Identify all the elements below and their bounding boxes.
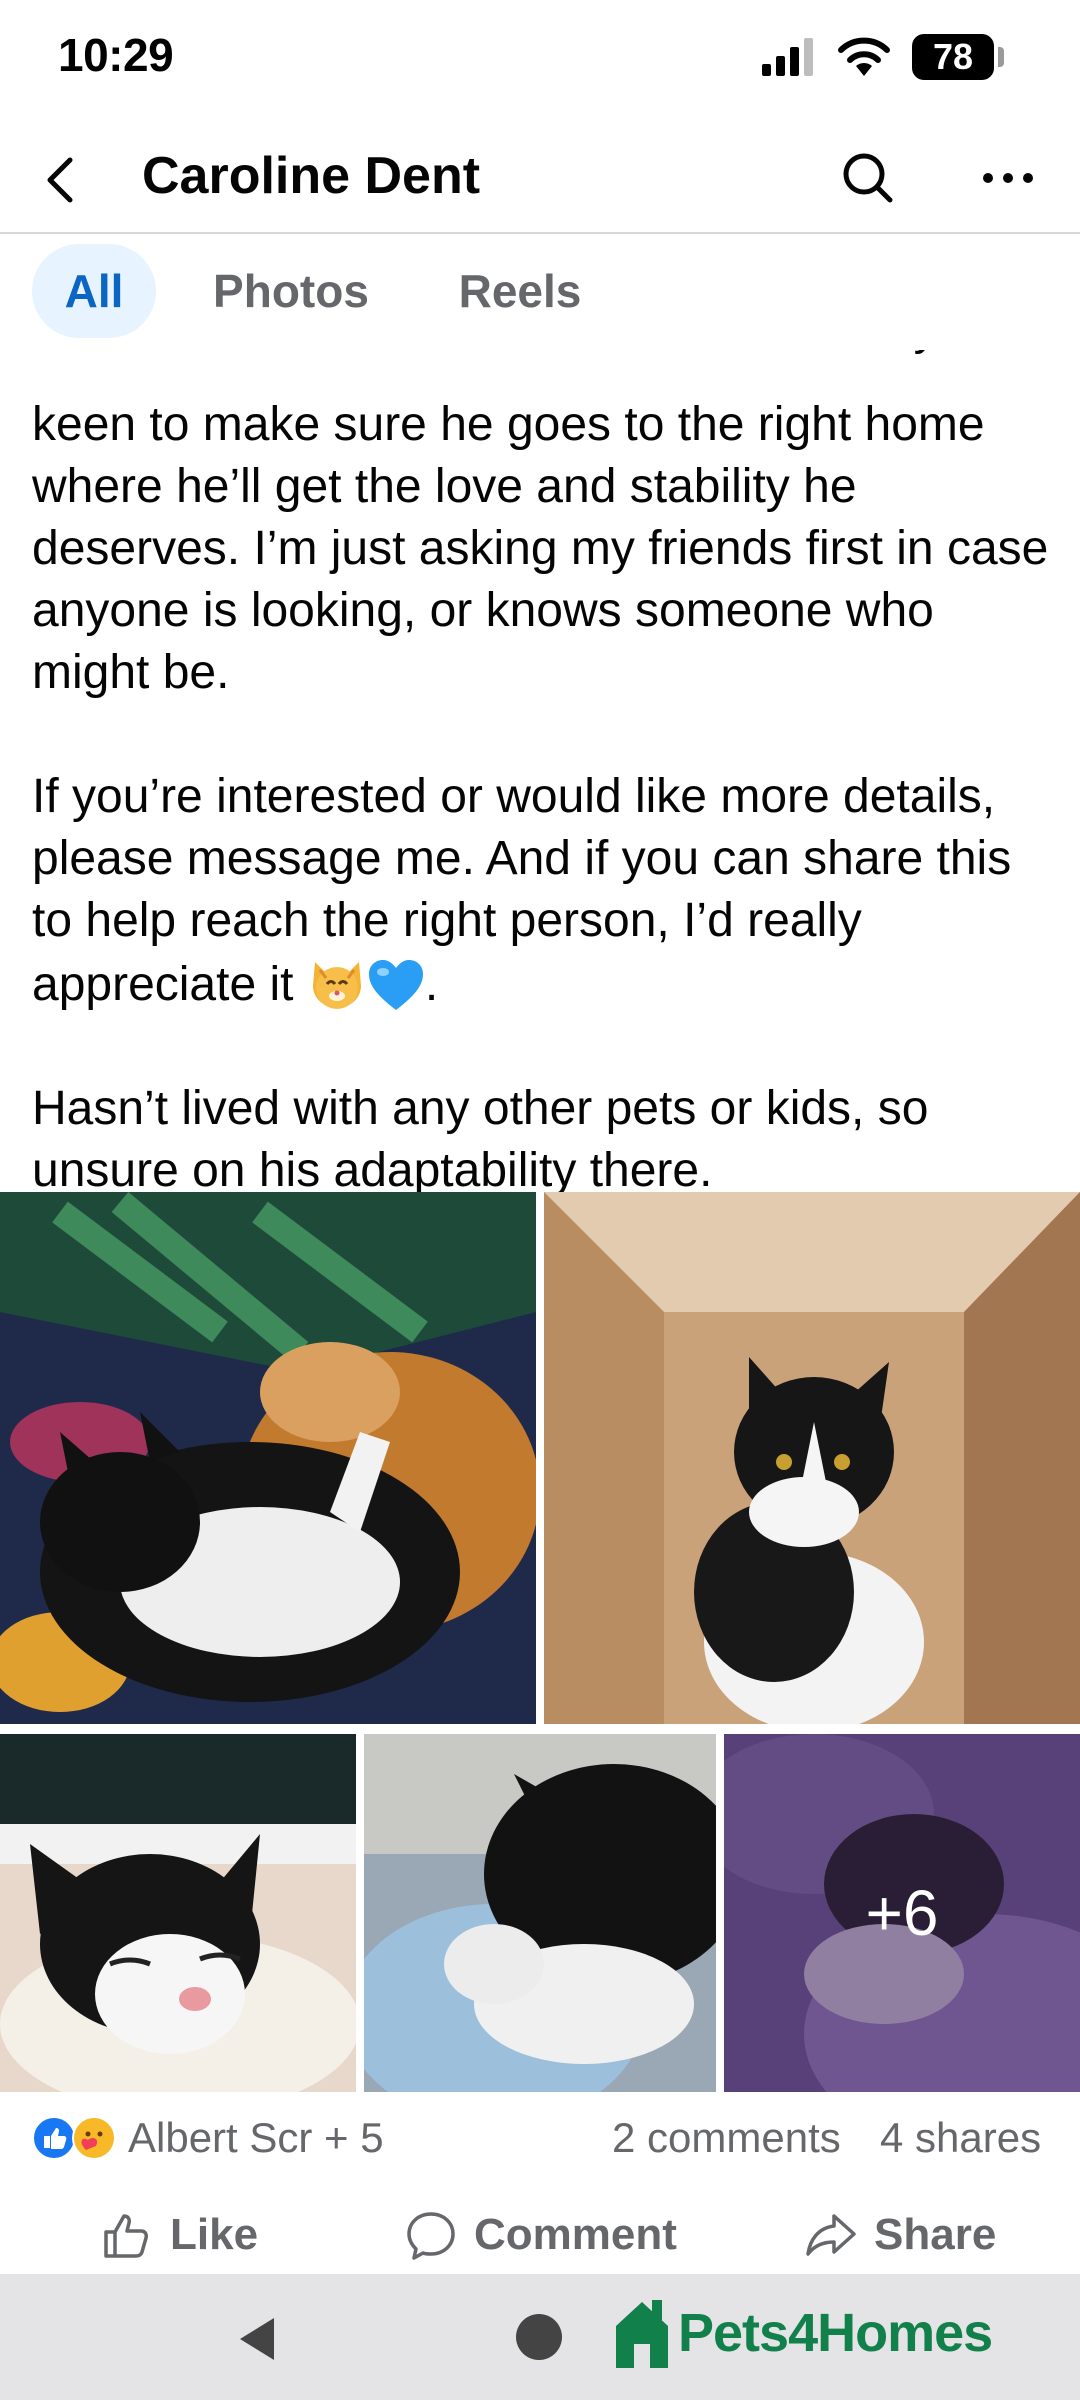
like-button[interactable]: Like — [100, 2204, 258, 2266]
more-photos-count: +6 — [865, 1877, 939, 1949]
post-text: This is not a rushed decision and I'm re… — [0, 330, 1080, 1192]
nav-home-icon[interactable] — [516, 2314, 562, 2360]
post-photo[interactable] — [0, 1734, 356, 2092]
reactions-summary[interactable]: Albert Scr + 5 2 comments 4 shares — [0, 2094, 1080, 2184]
post-photo[interactable] — [544, 1192, 1080, 1724]
post-paragraph-2-text: If you’re interested or would like more … — [32, 770, 1012, 1011]
like-reaction-icon — [32, 2116, 76, 2160]
status-bar: 10:29 78 — [0, 0, 1080, 120]
cat-face-emoji — [312, 962, 361, 1009]
blue-heart-emoji — [368, 960, 423, 1010]
battery-icon: 78 — [912, 34, 1004, 80]
watermark-text: Pets4Homes — [678, 2303, 993, 2363]
signal-icon — [762, 38, 813, 76]
share-button[interactable]: Share — [804, 2204, 996, 2266]
filter-tabs: All Photos Reels — [0, 234, 1080, 350]
post-photo[interactable] — [364, 1734, 716, 2092]
post-actions: Like Comment Share — [0, 2190, 1080, 2280]
comment-label: Comment — [474, 2210, 677, 2259]
share-label: Share — [874, 2210, 997, 2259]
nav-back-icon[interactable] — [234, 2314, 280, 2364]
comments-count[interactable]: 2 comments — [612, 2114, 841, 2162]
shares-count[interactable]: 4 shares — [880, 2114, 1041, 2162]
thumbs-up-icon — [104, 2214, 148, 2258]
tab-photos[interactable]: Photos — [186, 244, 396, 338]
more-dots-icon[interactable] — [976, 146, 1040, 210]
wifi-icon — [838, 37, 890, 76]
back-arrow-icon[interactable] — [30, 148, 94, 212]
post-paragraph-2: If you’re interested or would like more … — [32, 766, 1062, 1016]
post-paragraph-2-end: . — [424, 958, 439, 1011]
care-reaction-icon — [72, 2116, 116, 2160]
search-icon[interactable] — [836, 146, 900, 210]
comment-button[interactable]: Comment — [404, 2204, 677, 2266]
house-logo-icon — [616, 2300, 668, 2368]
status-time: 10:29 — [58, 29, 174, 81]
post-paragraph-3: Hasn’t lived with any other pets or kids… — [32, 1082, 929, 1192]
page-title: Caroline Dent — [142, 147, 481, 205]
app-header: Caroline Dent — [0, 120, 1080, 234]
tab-reels[interactable]: Reels — [432, 244, 608, 338]
reactor-names[interactable]: Albert Scr + 5 — [128, 2114, 384, 2162]
system-nav-bar: Pets4Homes — [0, 2274, 1080, 2400]
post-photo[interactable] — [0, 1192, 536, 1724]
battery-level: 78 — [932, 36, 974, 77]
watermark: Pets4Homes — [612, 2288, 993, 2378]
tab-all[interactable]: All — [32, 244, 156, 338]
post-paragraph-1: keen to make sure he goes to the right h… — [32, 398, 1049, 699]
like-label: Like — [170, 2210, 259, 2259]
post-photo-more[interactable]: +6 — [724, 1734, 1080, 2092]
comment-bubble-icon — [407, 2212, 455, 2260]
share-arrow-icon — [806, 2214, 856, 2256]
